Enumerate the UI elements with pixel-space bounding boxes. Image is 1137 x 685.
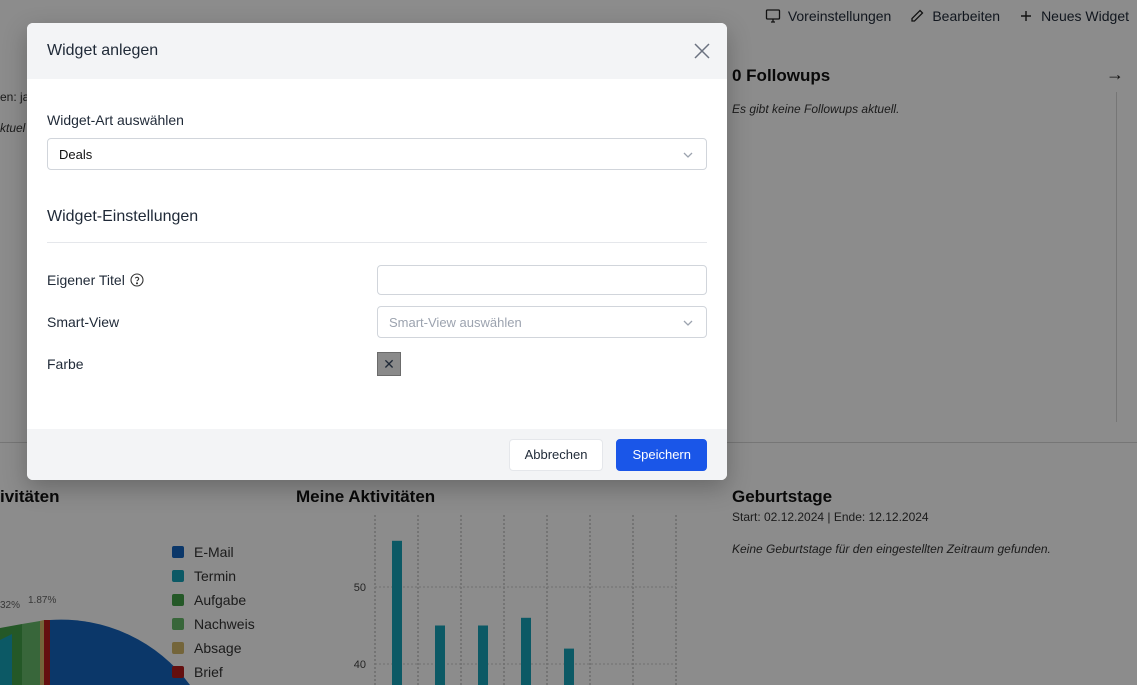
help-icon[interactable] [130,273,144,287]
smartview-label: Smart-View [47,314,120,330]
widget-type-value: Deals [59,146,93,162]
smartview-row: Smart-View Smart-View auswählen [47,306,707,338]
section-divider [47,242,707,243]
chevron-down-icon [683,152,693,158]
close-icon: ✕ [383,355,395,372]
color-label: Farbe [47,356,84,372]
dialog-title: Widget anlegen [47,42,159,59]
dialog-body: Widget-Art auswählen Deals Widget-Einste… [27,79,727,376]
close-icon[interactable] [693,42,711,60]
own-title-row: Eigener Titel [47,265,707,295]
smartview-placeholder: Smart-View auswählen [389,314,522,330]
own-title-label: Eigener Titel [47,272,125,288]
chevron-down-icon [683,320,693,326]
color-row: Farbe ✕ [47,352,707,376]
dialog-footer: Abbrechen Speichern [27,429,727,480]
cancel-button[interactable]: Abbrechen [508,438,604,471]
save-button[interactable]: Speichern [616,438,707,471]
widget-create-dialog: Widget anlegen Widget-Art auswählen Deal… [27,23,727,480]
dialog-header: Widget anlegen [27,23,727,79]
widget-type-select[interactable]: Deals [47,138,707,170]
own-title-input[interactable] [377,265,707,295]
settings-section-title: Widget-Einstellungen [47,208,199,225]
widget-type-label: Widget-Art auswählen [47,112,184,128]
own-title-label-wrap: Eigener Titel [47,272,377,288]
color-picker-swatch[interactable]: ✕ [377,352,401,376]
smartview-select[interactable]: Smart-View auswählen [377,306,707,338]
